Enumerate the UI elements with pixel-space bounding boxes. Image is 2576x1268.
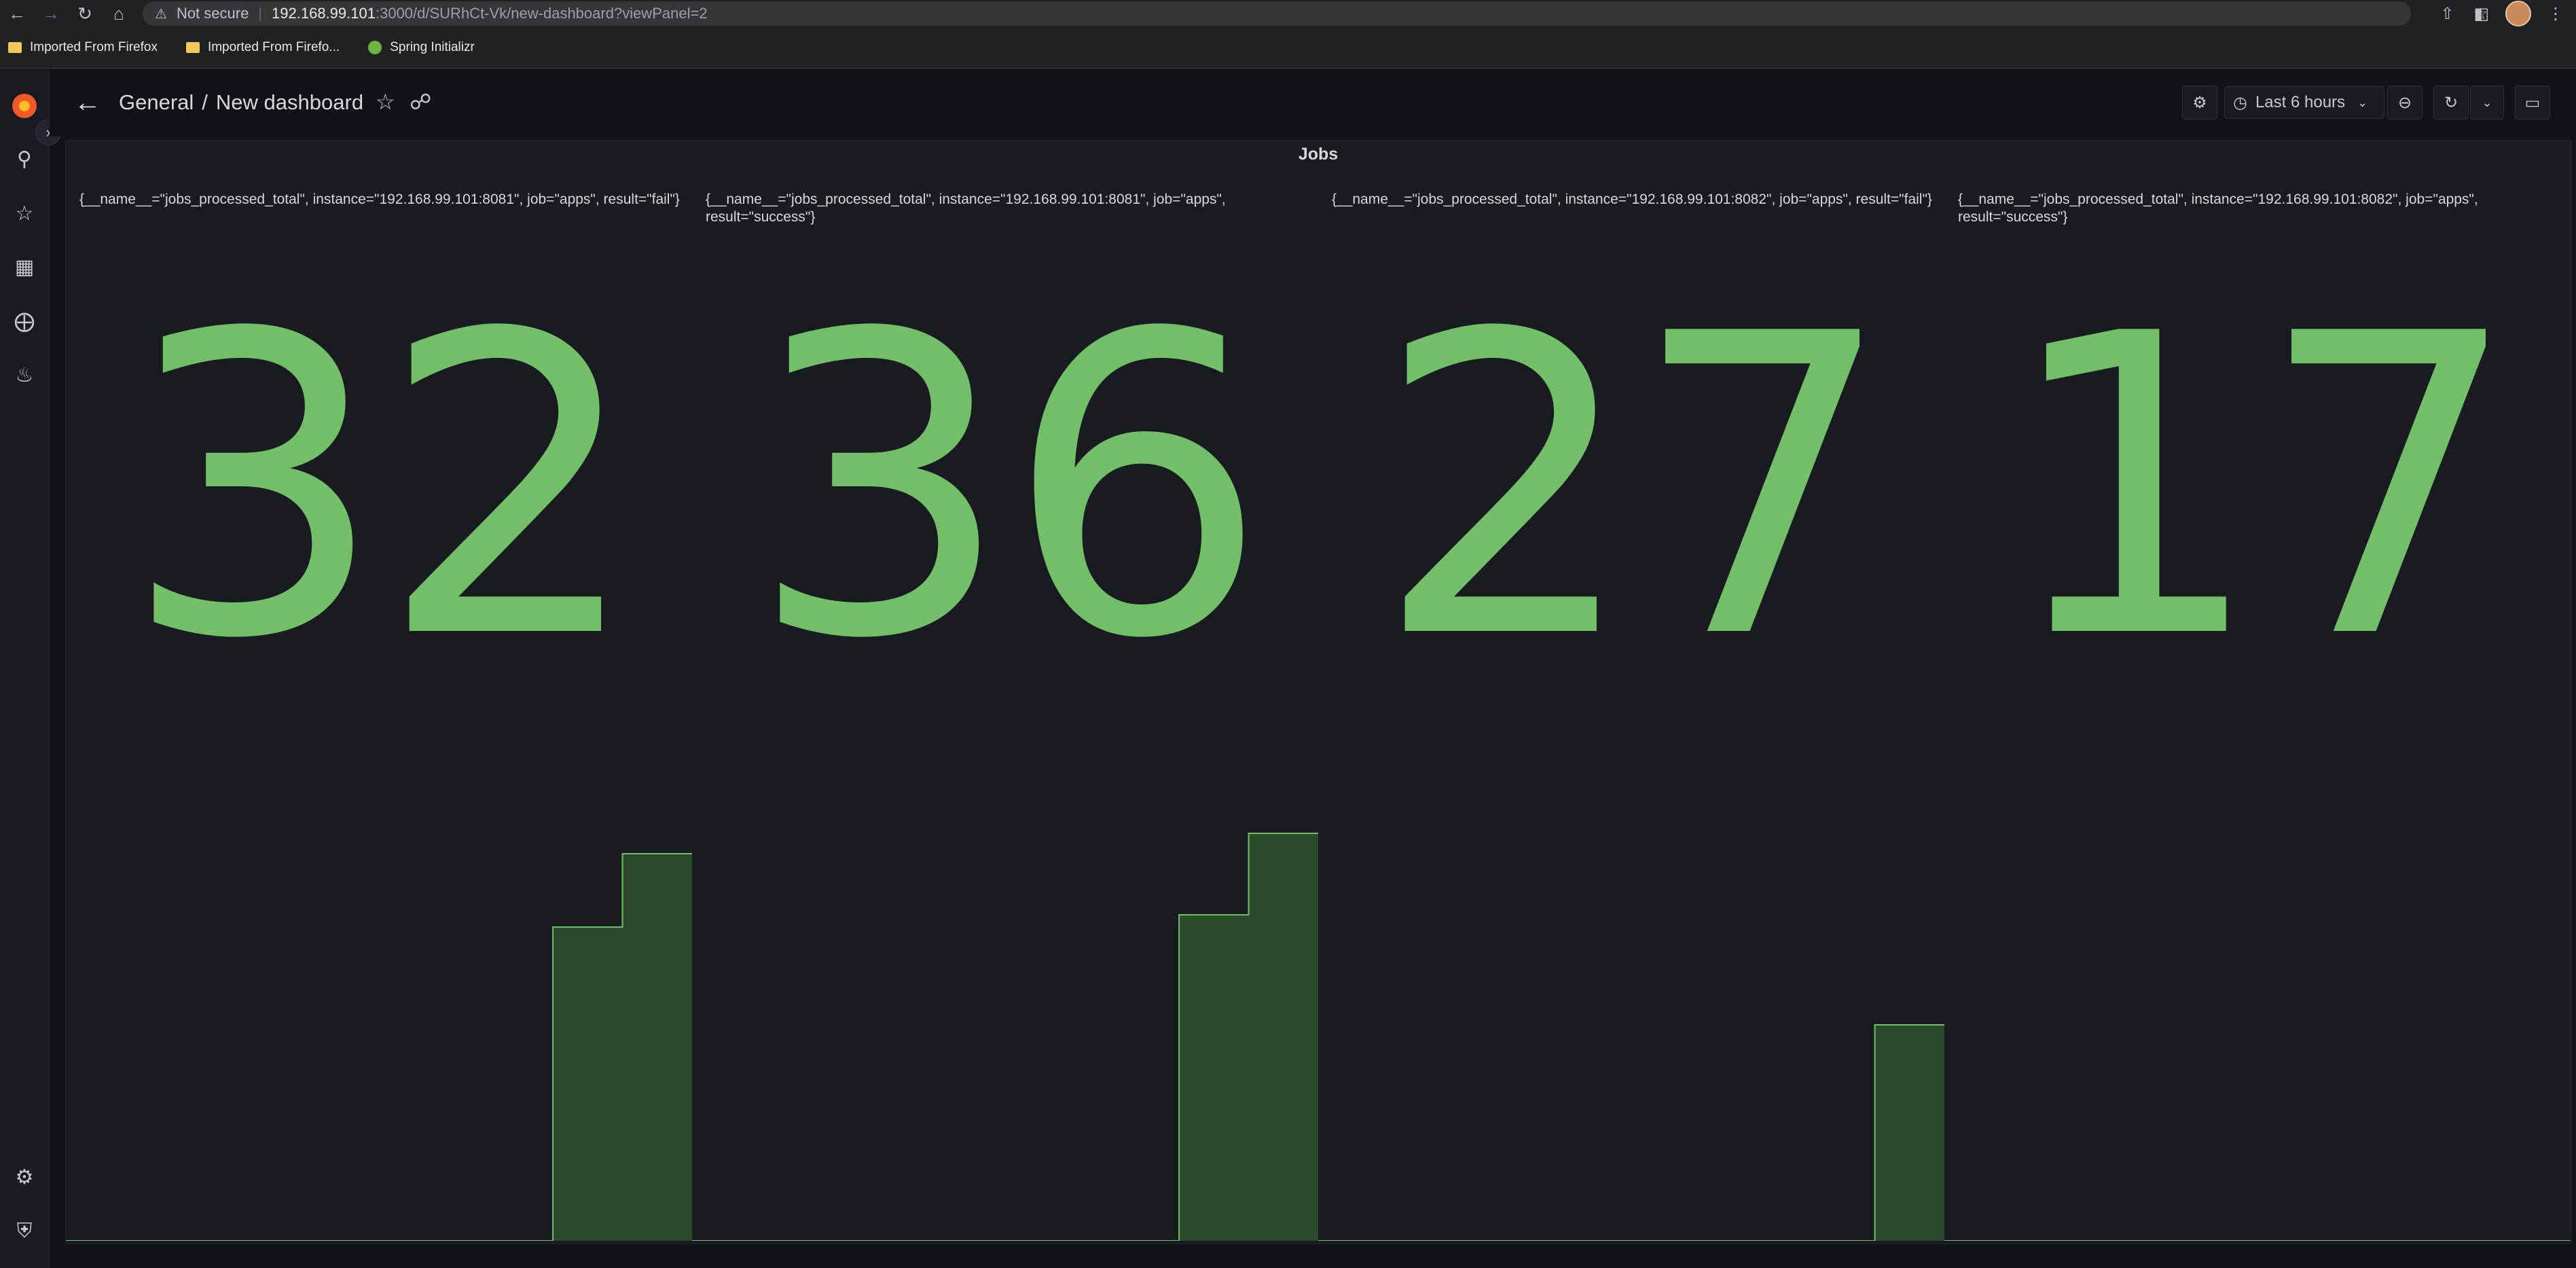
profile-avatar[interactable] <box>2505 1 2531 26</box>
refresh-icon[interactable]: ↻ <box>2433 86 2469 120</box>
breadcrumb-folder[interactable]: General <box>119 90 194 115</box>
dashboard-settings-gear-icon[interactable]: ⚙ <box>2182 86 2217 120</box>
bookmark-label: Imported From Firefo... <box>207 40 340 54</box>
sparkline-area <box>66 854 692 1241</box>
bookmark-item[interactable]: Imported From Firefox <box>8 40 158 55</box>
address-bar[interactable]: ⚠ Not secure | 192.168.99.101:3000/d/SUR… <box>143 1 2411 26</box>
stat-item: {__name__="jobs_processed_total", instan… <box>1318 181 1944 1241</box>
omnibox-separator: | <box>258 5 263 22</box>
refresh-interval-chevron-icon[interactable]: ⌄ <box>2470 86 2504 120</box>
search-icon[interactable]: ⚲ <box>0 139 49 179</box>
browser-toolbar: ← → ↻ ⌂ ⚠ Not secure | 192.168.99.101:30… <box>0 0 2576 27</box>
stat-item: {__name__="jobs_processed_total", instan… <box>1944 181 2571 1241</box>
stat-series-label: {__name__="jobs_processed_total", instan… <box>1332 192 1932 207</box>
back-to-dashboard-icon[interactable]: ← <box>74 88 101 118</box>
time-picker-button[interactable]: ◷ Last 6 hours ⌄ <box>2224 86 2384 119</box>
zoom-out-icon[interactable]: ⊖ <box>2387 86 2423 120</box>
browser-actions: ◧ ⋮ <box>2473 0 2564 27</box>
security-label: Not secure <box>176 5 249 22</box>
stat-item: {__name__="jobs_processed_total", instan… <box>66 181 692 1241</box>
stat-value: 32 <box>122 247 642 729</box>
sparkline-area <box>1318 1025 1944 1241</box>
warning-icon: ⚠ <box>155 6 167 22</box>
bookmark-label: Spring Initializr <box>390 40 475 54</box>
page-bottom <box>50 1245 2576 1268</box>
alerting-bell-icon[interactable]: ♨ <box>0 355 49 395</box>
bookmark-label: Imported From Firefox <box>30 40 158 54</box>
folder-icon <box>185 42 200 53</box>
side-menu: ⚲ ☆ ▦ ⨁ ♨ ⚙ ⛨ <box>0 69 50 1268</box>
stat-series-label: {__name__="jobs_processed_total", instan… <box>706 192 1226 225</box>
dashboards-icon[interactable]: ▦ <box>0 247 49 287</box>
sparkline-line <box>1318 1024 1944 1241</box>
panel-title[interactable]: Jobs <box>66 145 2571 164</box>
explore-compass-icon[interactable]: ⨁ <box>0 301 49 342</box>
breadcrumb-dashboard[interactable]: New dashboard <box>216 90 363 115</box>
more-menu-icon[interactable]: ⋮ <box>2547 4 2564 24</box>
spring-icon <box>368 41 382 54</box>
tv-mode-monitor-icon[interactable]: ▭ <box>2515 86 2550 120</box>
folder-icon <box>8 42 22 53</box>
server-admin-shield-icon[interactable]: ⛨ <box>0 1211 49 1252</box>
share-icon[interactable]: ☍ <box>410 89 431 115</box>
dashboard-toolbar: ⚙ ◷ Last 6 hours ⌄ ⊖ ↻ ⌄ ▭ <box>2182 86 2550 120</box>
configuration-gear-icon[interactable]: ⚙ <box>0 1157 49 1197</box>
time-range-label: Last 6 hours <box>2255 93 2346 111</box>
breadcrumb-separator: / <box>202 90 208 114</box>
back-arrow-icon[interactable]: ← <box>0 0 34 27</box>
chevron-down-icon: ⌄ <box>2357 95 2368 109</box>
grafana-logo[interactable] <box>0 86 49 126</box>
grafana-logo-icon <box>12 94 37 118</box>
sparkline-area <box>692 833 1318 1241</box>
share-page-icon[interactable]: ⇧ <box>2440 4 2454 24</box>
starred-icon[interactable]: ☆ <box>0 193 49 234</box>
breadcrumb: General / New dashboard <box>119 90 363 115</box>
forward-arrow-icon[interactable]: → <box>34 0 68 27</box>
dashboard-navbar: ← General / New dashboard ☆ ☍ ⚙ ◷ Last 6… <box>50 69 2576 137</box>
star-dashboard-icon[interactable]: ☆ <box>376 89 395 115</box>
stat-value: 17 <box>2000 247 2521 729</box>
url-path: :3000/d/SURhCt-Vk/new-dashboard?viewPane… <box>375 5 708 22</box>
stat-panel: Jobs {__name__="jobs_processed_total", i… <box>65 140 2571 1244</box>
stat-series-label: {__name__="jobs_processed_total", instan… <box>1958 192 2478 225</box>
side-panel-icon[interactable]: ◧ <box>2473 4 2489 24</box>
stat-item: {__name__="jobs_processed_total", instan… <box>692 181 1318 1241</box>
stat-value: 27 <box>1374 247 1895 729</box>
clock-icon: ◷ <box>2233 93 2247 112</box>
home-icon[interactable]: ⌂ <box>102 0 136 27</box>
stat-series-label: {__name__="jobs_processed_total", instan… <box>79 192 680 207</box>
stat-value: 36 <box>748 247 1269 729</box>
bookmark-item[interactable]: Spring Initializr <box>368 40 475 55</box>
bookmark-item[interactable]: Imported From Firefo... <box>185 40 340 55</box>
reload-icon[interactable]: ↻ <box>68 0 102 27</box>
bookmarks-bar: Imported From Firefox Imported From Fire… <box>0 27 2576 69</box>
url-host: 192.168.99.101 <box>272 5 376 22</box>
